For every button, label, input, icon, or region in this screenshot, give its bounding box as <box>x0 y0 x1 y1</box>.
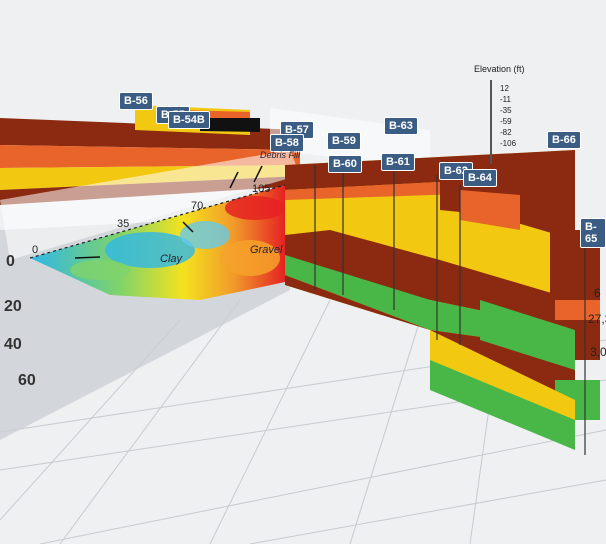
distance-tick-0: 0 <box>32 244 39 256</box>
elevation-legend: Elevation (ft) 12 -11 -35 -59 -82 -106 <box>474 64 525 164</box>
borehole-tag-b61[interactable]: B-61 <box>381 153 415 171</box>
depth-tick-40: 40 <box>4 336 22 353</box>
elevation-legend-title: Elevation (ft) <box>474 64 525 74</box>
depth-tick-60: 60 <box>18 372 36 389</box>
borehole-tag-b54b[interactable]: B-54B <box>168 111 210 129</box>
borehole-tag-b63[interactable]: B-63 <box>384 117 418 135</box>
distance-tick-105: 105 <box>252 183 271 195</box>
elevation-value: -35 <box>500 106 512 115</box>
edge-value: 6 <box>594 286 601 300</box>
annotation-debris-fill: Debris Fill <box>260 150 301 160</box>
annotation-clay: Clay <box>160 253 183 265</box>
elevation-value: 12 <box>500 84 509 93</box>
borehole-tag-b59[interactable]: B-59 <box>327 132 361 150</box>
elevation-value: -11 <box>500 95 511 104</box>
depth-tick-20: 20 <box>4 298 22 315</box>
elevation-value: -106 <box>500 139 517 148</box>
elevation-value: -59 <box>500 117 512 126</box>
edge-value: 27,3 <box>588 312 606 326</box>
depth-tick-0: 0 <box>6 253 15 270</box>
elevation-value: -82 <box>500 128 512 137</box>
main-fence-diagram <box>285 150 600 450</box>
borehole-tag-b60[interactable]: B-60 <box>328 155 362 173</box>
elevation-legend-bar <box>490 80 492 164</box>
borehole-tag-b56[interactable]: B-56 <box>119 92 153 110</box>
edge-value: 3,0 <box>590 345 606 359</box>
borehole-tag-b64[interactable]: B-64 <box>463 169 497 187</box>
borehole-tag-b66[interactable]: B-66 <box>547 131 581 149</box>
geologic-3d-viewport[interactable] <box>0 0 606 544</box>
annotation-gravel: Gravel <box>250 244 283 256</box>
borehole-tag-b65[interactable]: B-65 <box>580 218 606 248</box>
distance-tick-35: 35 <box>117 218 130 230</box>
distance-tick-70: 70 <box>191 200 204 212</box>
